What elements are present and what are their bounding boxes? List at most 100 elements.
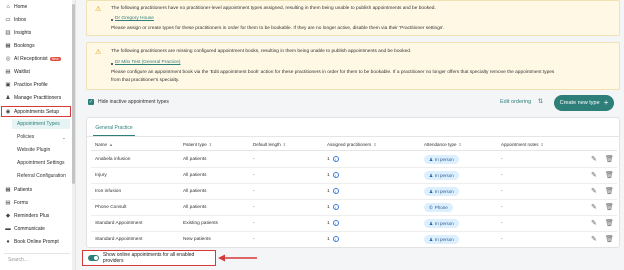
sidebar-search-input[interactable]: Search... <box>4 253 70 265</box>
warning-icon: ⚠ <box>95 6 102 13</box>
column-header-default-length[interactable]: Default length ⇕ <box>253 142 286 147</box>
info-icon[interactable]: i <box>332 204 339 210</box>
edit-icon[interactable]: ✎ <box>591 203 597 211</box>
sidebar-item-reminders-plus[interactable]: ◆ Reminders Plus <box>4 210 70 221</box>
phone-icon: ✆ <box>429 204 433 210</box>
sidebar-sub-appointment-settings[interactable]: Appointment Settings <box>17 158 65 168</box>
home-icon: ⌂ <box>6 3 10 10</box>
column-header-appointment-notes[interactable]: Appointment notes ⇕ <box>501 142 544 147</box>
trash-icon[interactable]: 🗑 <box>605 187 614 195</box>
sidebar-item-label: Home <box>14 3 28 10</box>
main-content: ⚠ The following practitioners have no pr… <box>80 0 624 270</box>
column-header-attendance-type[interactable]: Attendance type ⇕ <box>424 142 462 147</box>
cell-name: Standard Appointment <box>95 237 143 242</box>
edit-icon[interactable]: ✎ <box>591 171 597 179</box>
tab-general-practice[interactable]: General Practice <box>93 120 135 136</box>
warning-banner-missing-books: ⚠ The following practitioners are missin… <box>86 42 620 90</box>
profile-icon: ▣ <box>5 81 11 88</box>
cell-length: - <box>253 237 255 242</box>
practitioner-link[interactable]: Dr Gregory House <box>115 16 154 21</box>
sidebar-item-label: Practice Profile <box>14 81 48 88</box>
cell-notes: - <box>501 189 503 194</box>
cell-assigned: 1i <box>327 172 339 178</box>
trash-icon[interactable]: 🗑 <box>605 155 614 163</box>
sidebar-item-communicate[interactable]: ▬ Communicate <box>4 223 70 234</box>
sidebar-sub-appointment-types[interactable]: Appointment Types <box>12 119 70 129</box>
sidebar-item-ai-receptionist[interactable]: ◎ AI Receptionist New <box>4 53 70 64</box>
warning-note-cont: from that practitioner's specialty. <box>111 78 180 83</box>
sidebar-item-label: Reminders Plus <box>14 212 50 219</box>
trash-icon[interactable]: 🗑 <box>605 203 614 211</box>
cell-patient-type: All patients <box>183 173 207 178</box>
sidebar-item-forms[interactable]: ▤ Forms <box>4 197 70 208</box>
info-icon[interactable]: i <box>332 188 339 194</box>
cell-patient-type: New patients <box>183 237 211 242</box>
info-icon[interactable]: i <box>332 156 339 162</box>
trash-icon[interactable]: 🗑 <box>605 171 614 179</box>
edit-icon[interactable]: ✎ <box>591 219 597 227</box>
new-badge: New <box>49 56 61 61</box>
sidebar-sub-referral-configuration[interactable]: Referral Configuration <box>17 171 66 181</box>
sidebar-item-home[interactable]: ⌂ Home <box>4 1 70 12</box>
person-icon: ♟ <box>429 220 434 226</box>
patients-icon: ▦ <box>5 186 11 193</box>
info-icon[interactable]: i <box>332 220 339 226</box>
table-row[interactable]: Standard Appointment Existing patients -… <box>91 216 617 232</box>
sidebar-item-manage-practitioners[interactable]: ♟ Manage Practitioners <box>4 92 70 103</box>
trash-icon[interactable]: 🗑 <box>605 235 614 243</box>
sidebar-item-inbox[interactable]: ▭ Inbox <box>4 14 70 25</box>
info-icon[interactable]: i <box>332 172 339 178</box>
sidebar-item-bookings[interactable]: ▦ Bookings <box>4 40 70 51</box>
sort-asc-icon: ▲ <box>109 142 113 147</box>
sidebar-sub-website-plugin[interactable]: Website Plugin <box>17 145 50 155</box>
sidebar-item-insights[interactable]: ▥ Insights <box>4 27 70 38</box>
sidebar-item-label: Patients <box>14 186 33 193</box>
calendar-icon: ▦ <box>5 42 11 49</box>
hide-inactive-checkbox[interactable]: ✓ Hide inactive appointment types <box>88 99 169 105</box>
attendance-pill: ✆ Phone <box>424 203 453 212</box>
person-icon: ♟ <box>429 156 434 162</box>
prompt-icon: ● <box>6 238 10 245</box>
cell-name: Anabela infusion <box>95 157 131 162</box>
table-row[interactable]: Phone Consult All patients - 1i ✆ Phone -… <box>91 200 617 216</box>
sort-icon: ⇕ <box>208 142 213 147</box>
sidebar-item-practice-profile[interactable]: ▣ Practice Profile <box>4 79 70 90</box>
warning-note: Please assign or create types for these … <box>111 26 445 31</box>
sidebar-scrollbar-thumb[interactable] <box>72 4 75 184</box>
sidebar-item-waitlist[interactable]: ▤ Waitlist <box>4 66 70 77</box>
bullet-dot <box>111 63 113 65</box>
edit-icon[interactable]: ✎ <box>591 235 597 243</box>
attendance-pill: ♟ In person <box>424 171 459 180</box>
trash-icon[interactable]: 🗑 <box>605 219 614 227</box>
sidebar-item-label: Waitlist <box>14 68 30 75</box>
sort-icon: ⇕ <box>540 142 544 147</box>
show-online-toggle-row[interactable]: Show online appointments for all enabled… <box>82 250 216 266</box>
sidebar-item-patients[interactable]: ▦ Patients <box>4 184 70 195</box>
appointment-types-card: General Practice Name ▲ Patient type ⇕ Def… <box>86 117 620 248</box>
table-row[interactable]: Injury All patients - 1i ♟ In person - ✎ … <box>91 168 617 184</box>
create-new-type-button[interactable]: Create new type + <box>554 95 614 111</box>
column-header-patient-type[interactable]: Patient type ⇕ <box>183 142 212 147</box>
edit-icon[interactable]: ✎ <box>591 187 597 195</box>
practitioner-link[interactable]: Dr Milo Test (General Practice) <box>115 60 181 65</box>
chevron-down-icon: ⌄ <box>62 134 66 140</box>
sidebar-sub-label: Policies <box>17 134 35 140</box>
table-row[interactable]: Iron infusion All patients - 1i ♟ In pers… <box>91 184 617 200</box>
sidebar-item-label: Forms <box>14 199 29 206</box>
bell-icon: ◆ <box>5 212 11 219</box>
info-icon[interactable]: i <box>332 236 339 242</box>
sidebar-item-book-online-prompt[interactable]: ● Book Online Prompt <box>4 236 70 247</box>
column-header-name[interactable]: Name ▲ <box>95 142 113 147</box>
toggle-switch[interactable] <box>88 255 99 261</box>
table-row[interactable]: Standard Appointment New patients - 1i ♟… <box>91 232 617 248</box>
edit-ordering-button[interactable]: Edit ordering <box>500 99 531 105</box>
table-row[interactable]: Anabela infusion All patients - 1i ♟ In p… <box>91 152 617 168</box>
column-header-assigned-practitioners[interactable]: Assigned practitioners ⇕ <box>327 142 377 147</box>
sort-icon[interactable]: ⇅ <box>538 98 543 105</box>
sidebar-sub-policies[interactable]: Policies ⌄ <box>17 132 66 142</box>
edit-icon[interactable]: ✎ <box>591 155 597 163</box>
cell-assigned: 1i <box>327 188 339 194</box>
sidebar-item-label: Inbox <box>14 16 27 23</box>
sort-icon: ⇕ <box>373 142 377 147</box>
sort-icon: ⇕ <box>458 142 462 147</box>
